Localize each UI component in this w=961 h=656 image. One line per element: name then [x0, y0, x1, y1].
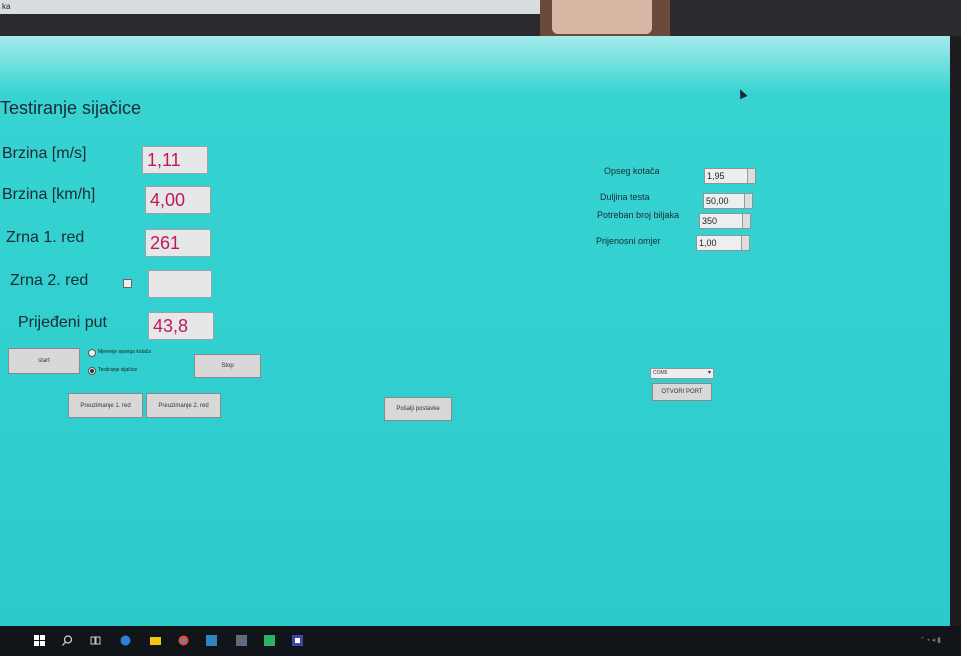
start-button[interactable]: start — [8, 348, 80, 374]
recount-row2-button[interactable]: Preuzimanje 2. red — [146, 393, 221, 418]
distance-label: Prijeđeni put — [18, 314, 107, 331]
speed-kmh-label: Brzina [km/h] — [2, 186, 96, 203]
recount-row1-button[interactable]: Preuzimanje 1. red — [68, 393, 143, 418]
windows-start-icon[interactable] — [34, 635, 45, 646]
running-app-icon[interactable] — [292, 635, 303, 646]
app-icon[interactable] — [236, 635, 247, 646]
page-title: Testiranje sijačice — [0, 98, 142, 118]
menu-item[interactable]: ka — [2, 2, 10, 11]
wheel-circumference-label: Opseg kotača — [604, 166, 660, 176]
test-radio-label: Testiranje sijačice — [98, 367, 138, 373]
system-tray: ⌃ ▪ ◂ ▮ — [919, 637, 941, 644]
app-icon[interactable] — [206, 635, 217, 646]
gear-ratio-input[interactable]: 1,00 — [696, 235, 750, 251]
stop-button[interactable]: Stop — [194, 354, 261, 378]
speed-ms-label: Brzina [m/s] — [2, 145, 87, 162]
row2-label: Zrna 2. red — [10, 272, 89, 289]
row1-field[interactable]: 261 — [145, 229, 211, 257]
speed-kmh-field[interactable]: 4,00 — [145, 186, 211, 214]
com-port-select[interactable]: COM5 ▾ — [650, 368, 714, 379]
distance-field[interactable]: 43,8 — [148, 312, 214, 340]
file-explorer-icon[interactable] — [150, 635, 161, 646]
test-radio[interactable] — [88, 367, 96, 375]
test-length-label: Duljina testa — [600, 192, 650, 202]
search-icon[interactable] — [62, 635, 73, 646]
wheel-circumference-input[interactable]: 1,95 — [704, 168, 756, 184]
plants-needed-label: Potreban broj biljaka — [597, 210, 680, 220]
measure-radio[interactable] — [88, 349, 96, 357]
app-icon[interactable] — [264, 635, 275, 646]
edge-browser-icon[interactable] — [120, 635, 131, 646]
gear-ratio-label: Prijenosni omjer — [596, 236, 661, 246]
background-photo — [540, 0, 670, 36]
row2-checkbox[interactable] — [123, 279, 132, 288]
row1-label: Zrna 1. red — [6, 229, 85, 246]
chevron-down-icon: ▾ — [707, 370, 711, 376]
plants-needed-input[interactable]: 350 — [699, 213, 751, 229]
row2-field[interactable] — [148, 270, 212, 298]
app-window: Testiranje sijačice Brzina [m/s] 1,11 Br… — [0, 36, 950, 626]
taskbar: ⌃ ▪ ◂ ▮ — [0, 626, 961, 656]
menu-bar: ka — [0, 0, 540, 14]
chrome-icon[interactable] — [178, 635, 189, 646]
send-settings-button[interactable]: Pošalji postavke — [384, 397, 452, 421]
window-titlebar: ka — [0, 0, 961, 36]
task-view-icon[interactable] — [90, 635, 101, 646]
open-port-button[interactable]: OTVORI PORT — [652, 383, 712, 401]
speed-ms-field[interactable]: 1,11 — [142, 146, 208, 174]
measure-radio-label: Mjerenje opsega kotača — [98, 349, 152, 355]
test-length-input[interactable]: 50,00 — [703, 193, 753, 209]
